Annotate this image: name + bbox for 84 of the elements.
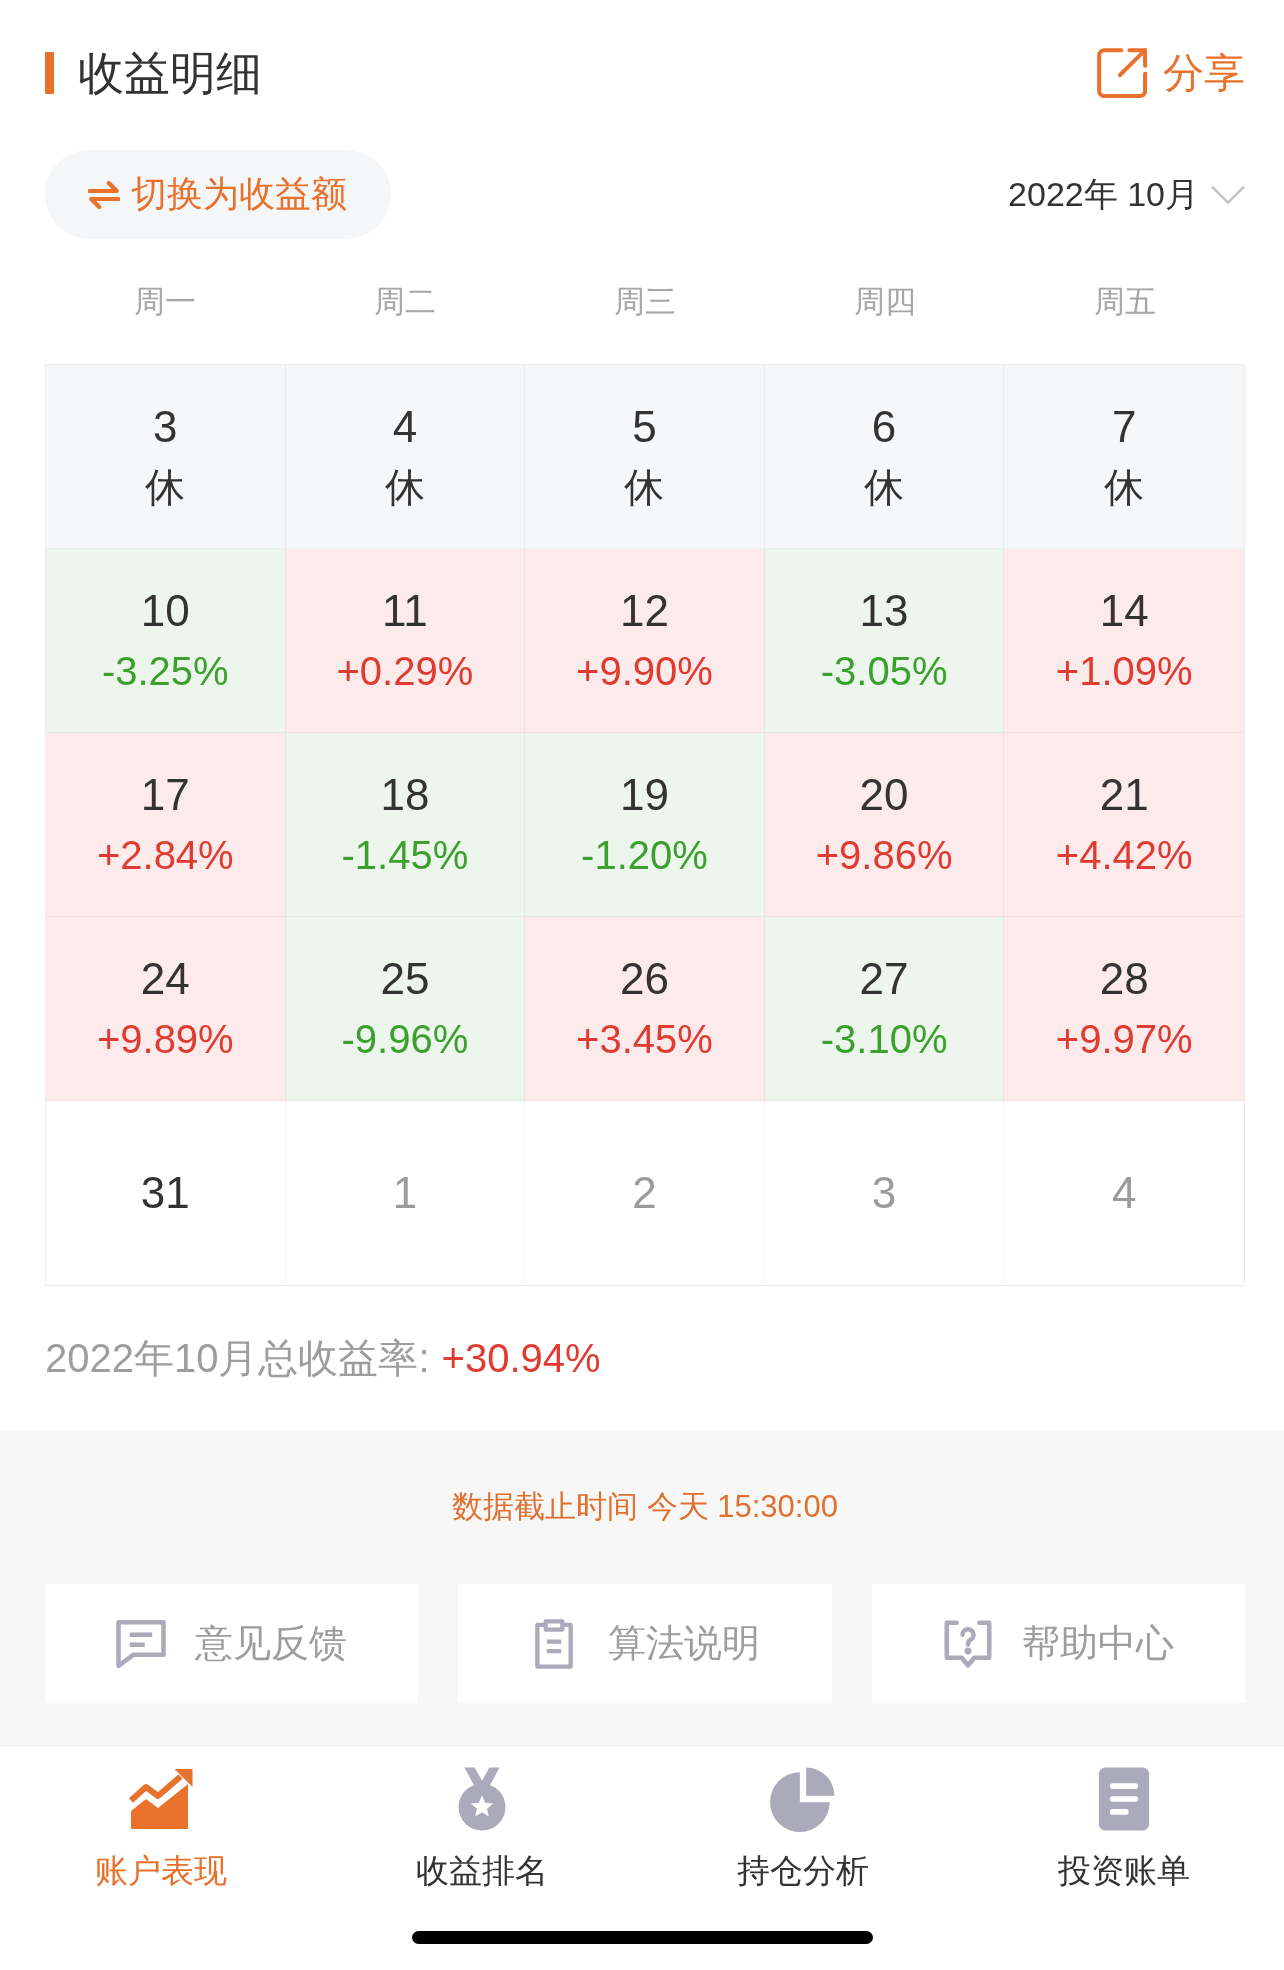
daily-return: +0.29% <box>336 647 474 695</box>
calendar-day-cell[interactable]: 11 +0.29% <box>285 549 526 733</box>
rest-day-label: 休 <box>384 463 425 511</box>
day-number: 4 <box>1111 1167 1137 1219</box>
calendar-day-cell[interactable]: 27 -3.10% <box>764 917 1005 1101</box>
daily-return: -1.20% <box>581 831 708 879</box>
calendar-day-cell[interactable]: 20 +9.86% <box>764 733 1005 917</box>
daily-return: +3.45% <box>576 1015 713 1063</box>
day-number: 25 <box>380 952 430 1005</box>
calendar-day-cell[interactable]: 17 +2.84% <box>46 733 286 917</box>
day-number: 3 <box>871 1167 897 1219</box>
day-number: 13 <box>859 584 909 637</box>
daily-return: +4.42% <box>1055 831 1193 879</box>
calendar-day-cell[interactable]: 25 -9.96% <box>285 917 526 1101</box>
weekday-label: 周四 <box>854 282 916 321</box>
day-number: 21 <box>1099 768 1149 821</box>
data-time-notice: 数据截止时间 今天 15:30:00 <box>452 1488 838 1526</box>
day-number: 3 <box>153 400 178 453</box>
share-icon <box>1097 48 1147 98</box>
daily-return: -9.96% <box>341 1015 469 1063</box>
day-number: 19 <box>620 768 669 821</box>
weekday-label: 周五 <box>1094 282 1156 321</box>
trend-chart-icon <box>127 1766 194 1832</box>
day-number: 1 <box>392 1167 418 1219</box>
day-number: 7 <box>1111 400 1137 453</box>
rest-day-label: 休 <box>1104 463 1145 511</box>
calendar-day-cell[interactable]: 24 +9.89% <box>46 917 286 1101</box>
weekday-label: 周三 <box>614 282 676 321</box>
calendar-day-cell[interactable]: 18 -1.45% <box>285 733 526 917</box>
calendar-day-cell[interactable]: 5 休 <box>525 365 765 549</box>
calendar-day-cell[interactable]: 14 +1.09% <box>1004 549 1244 733</box>
tab-bar-item[interactable]: 持仓分析 <box>642 1766 963 1891</box>
day-number: 18 <box>380 768 430 821</box>
calendar-day-cell[interactable]: 28 +9.97% <box>1004 917 1244 1101</box>
month-picker[interactable]: 2022年 10月 <box>1008 171 1245 218</box>
calendar-day-cell[interactable]: 3 休 <box>46 365 286 549</box>
message-icon <box>116 1618 167 1669</box>
day-number: 2 <box>632 1167 657 1219</box>
weekday-label: 周一 <box>134 282 196 321</box>
daily-return: +2.84% <box>96 831 234 879</box>
day-number: 20 <box>859 768 909 821</box>
daily-return: -3.10% <box>820 1015 948 1063</box>
day-number: 12 <box>620 584 669 637</box>
day-number: 11 <box>382 584 428 637</box>
day-number: 14 <box>1099 584 1149 637</box>
calendar-day-cell[interactable]: 6 休 <box>764 365 1005 549</box>
daily-return: +1.09% <box>1055 647 1193 695</box>
day-number: 26 <box>620 952 669 1005</box>
calendar-day-cell[interactable]: 19 -1.20% <box>525 733 765 917</box>
rest-day-label: 休 <box>624 463 665 511</box>
daily-return: -3.25% <box>101 647 229 695</box>
tab-bar-item[interactable]: 投资账单 <box>963 1766 1284 1891</box>
daily-return: +9.86% <box>815 831 953 879</box>
weekday-label: 周二 <box>374 282 436 321</box>
total-return-value: +30.94% <box>441 1335 601 1381</box>
calendar-day-cell[interactable]: 12 +9.90% <box>525 549 765 733</box>
daily-return: +9.90% <box>576 647 713 695</box>
day-number: 17 <box>140 768 190 821</box>
day-number: 28 <box>1099 952 1149 1005</box>
daily-return: +9.97% <box>1055 1015 1193 1063</box>
calendar-day-cell[interactable]: 7 休 <box>1004 365 1244 549</box>
day-number: 31 <box>140 1167 190 1219</box>
calendar-day-cell[interactable]: 21 +4.42% <box>1004 733 1244 917</box>
day-number: 24 <box>140 952 190 1005</box>
tab-bar-item[interactable]: 收益排名 <box>321 1766 642 1891</box>
rest-day-label: 休 <box>145 463 186 511</box>
rest-day-label: 休 <box>864 463 905 511</box>
total-return-label: 2022年10月总收益率: <box>45 1334 430 1382</box>
daily-return: -1.45% <box>341 831 469 879</box>
pie-chart-icon <box>769 1766 836 1832</box>
day-number: 10 <box>140 584 190 637</box>
day-number: 4 <box>392 400 418 453</box>
calendar-day-cell[interactable]: 26 +3.45% <box>525 917 765 1101</box>
calendar-day-cell[interactable]: 4 休 <box>285 365 526 549</box>
day-number: 6 <box>871 400 897 453</box>
page-title: 收益明细 <box>78 46 262 101</box>
daily-return: +9.89% <box>96 1015 234 1063</box>
day-number: 27 <box>859 952 909 1005</box>
day-number: 5 <box>632 400 657 453</box>
calendar-day-cell[interactable]: 10 -3.25% <box>46 549 286 733</box>
accent-bar-icon <box>45 52 54 94</box>
daily-return: -3.05% <box>820 647 948 695</box>
calendar-day-cell[interactable]: 13 -3.05% <box>764 549 1005 733</box>
help-icon <box>942 1618 993 1669</box>
